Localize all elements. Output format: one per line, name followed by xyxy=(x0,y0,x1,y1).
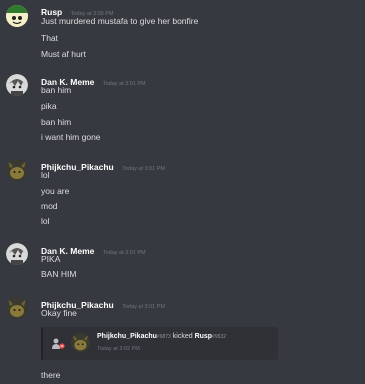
avatar[interactable] xyxy=(71,333,90,352)
message-text: Must af hurt xyxy=(41,49,86,59)
timestamp: Today at 3:01 PM xyxy=(122,304,166,310)
message-text: mod xyxy=(41,201,58,211)
embed-accent-bar xyxy=(41,327,43,360)
message-text: PIKA xyxy=(41,254,61,264)
avatar[interactable] xyxy=(6,5,28,27)
embed-action: kicked xyxy=(172,333,193,340)
avatar[interactable] xyxy=(6,159,28,181)
message-text: ban him xyxy=(41,117,72,127)
embed-actor-discriminator: #6873 xyxy=(156,334,171,340)
dan-avatar-icon xyxy=(6,74,28,96)
message-text: lol xyxy=(41,216,50,226)
message-text: lol xyxy=(41,170,50,180)
pikachu-avatar-icon xyxy=(6,159,28,181)
message-text: BAN HIM xyxy=(41,269,77,279)
message-text: you are xyxy=(41,186,70,196)
message-text: there xyxy=(41,370,61,380)
pikachu-avatar-icon xyxy=(71,333,90,352)
embed-target-discriminator: #9532 xyxy=(212,334,226,340)
message-text: ban him xyxy=(41,85,72,95)
avatar[interactable] xyxy=(6,74,28,96)
message-text: Just murdered mustafa to give her bonfir… xyxy=(41,16,199,26)
embed-actor[interactable]: Phijkchu_Pikachu xyxy=(97,333,157,340)
timestamp: Today at 3:01 PM xyxy=(102,81,146,87)
dan-avatar-icon xyxy=(6,243,28,265)
message-text: pika xyxy=(41,101,57,111)
avatar[interactable] xyxy=(6,297,28,319)
message-text: Okay fine xyxy=(41,308,77,318)
pikachu-avatar-icon xyxy=(6,297,28,319)
timestamp: Today at 3:01 PM xyxy=(102,250,146,256)
rusp-avatar-icon xyxy=(6,5,28,27)
embed-text: Phijkchu_Pikachu#6873 kicked Rusp#9532 xyxy=(97,333,226,340)
embed-target[interactable]: Rusp xyxy=(195,333,213,340)
kick-embed: Phijkchu_Pikachu#6873 kicked Rusp#9532 T… xyxy=(41,327,278,360)
kick-user-icon xyxy=(51,337,65,351)
message-header: Phijkchu_Pikachu Today at 3:01 PM xyxy=(41,157,165,175)
embed-timestamp: Today at 3:02 PM xyxy=(97,346,140,352)
timestamp: Today at 3:01 PM xyxy=(122,166,166,172)
avatar[interactable] xyxy=(6,243,28,265)
message-text: That xyxy=(41,33,59,43)
author-name[interactable]: Phijkchu_Pikachu xyxy=(41,162,114,172)
message-text: i want him gone xyxy=(41,132,101,142)
